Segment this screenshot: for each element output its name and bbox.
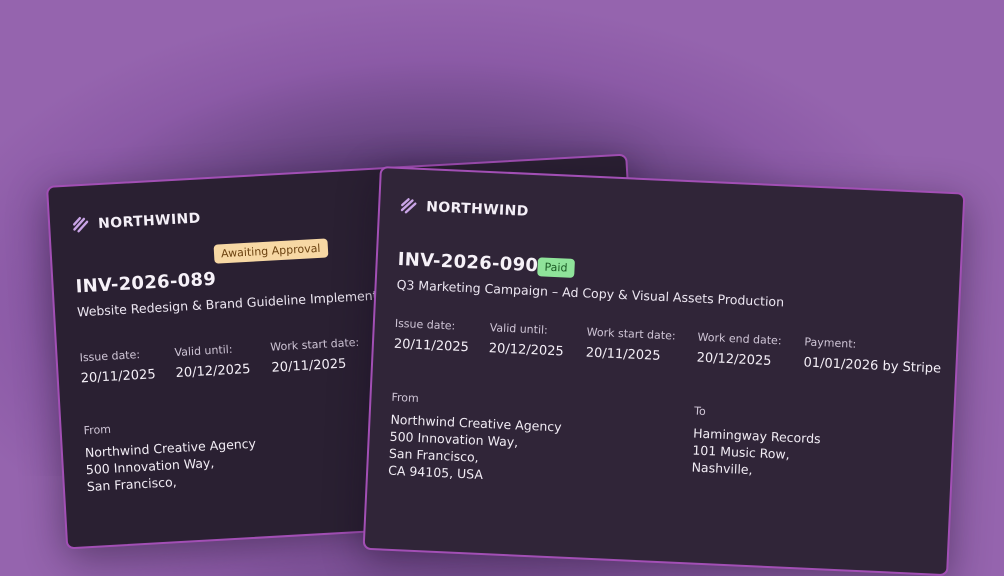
work-start-value: 20/11/2025 [271, 356, 347, 376]
work-start-label: Work start date: [269, 335, 360, 354]
payment-value: 01/01/2026 by Stripe [803, 355, 942, 377]
valid-until-label: Valid until: [174, 342, 233, 360]
brand-logo: NORTHWIND [72, 209, 201, 234]
valid-until-value: 20/12/2025 [175, 361, 251, 382]
issue-date-value: 20/11/2025 [393, 336, 470, 356]
brand-name: NORTHWIND [97, 210, 202, 233]
northwind-logo-icon [400, 198, 417, 214]
valid-until-label: Valid until: [489, 321, 549, 337]
from-address: Northwind Creative Agency 500 Innovation… [388, 411, 562, 487]
status-badge: Paid [537, 257, 575, 278]
status-badge: Awaiting Approval [213, 238, 328, 264]
brand-name: NORTHWIND [425, 199, 530, 220]
to-address: Hamingway Records 101 Music Row, Nashvil… [691, 424, 821, 481]
from-label: From [391, 390, 420, 405]
work-end-value: 20/12/2025 [696, 350, 772, 369]
invoice-title: Q3 Marketing Campaign – Ad Copy & Visual… [396, 276, 785, 310]
to-label: To [693, 404, 707, 419]
issue-date-label: Issue date: [394, 316, 456, 333]
work-end-label: Work end date: [697, 330, 782, 348]
valid-until-value: 20/12/2025 [488, 341, 565, 360]
northwind-logo-icon [72, 216, 89, 233]
issue-date-label: Issue date: [79, 348, 141, 365]
from-label: From [83, 422, 112, 438]
invoice-card-front[interactable]: NORTHWIND INV-2026-090 Paid Q3 Marketing… [362, 166, 966, 576]
work-start-label: Work start date: [586, 325, 676, 343]
issue-date-value: 20/11/2025 [80, 367, 157, 387]
from-address: Northwind Creative Agency 500 Innovation… [84, 435, 258, 495]
work-start-value: 20/11/2025 [585, 345, 661, 364]
invoice-number: INV-2026-090 [397, 248, 539, 277]
payment-label: Payment: [804, 335, 857, 351]
brand-logo: NORTHWIND [400, 197, 529, 221]
invoice-number: INV-2026-089 [75, 268, 217, 298]
